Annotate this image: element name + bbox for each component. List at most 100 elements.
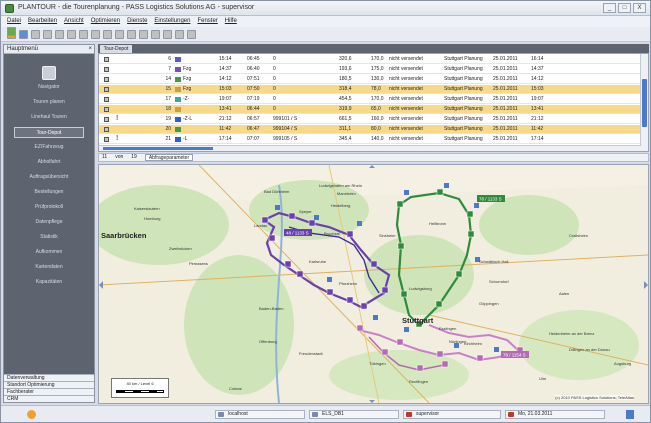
sidebar-item-pruefprotokoll[interactable]: Prüfprotokoll	[14, 202, 84, 213]
save-icon[interactable]	[19, 29, 28, 39]
cell-load: 78,0	[371, 86, 381, 92]
table-row[interactable]: ! 19 -Z-L 21:12 06:57 999101 / S 661,5 160,0 nic…	[99, 115, 641, 124]
city-schwaebisch-hall: Schwäbisch Hall	[479, 259, 508, 264]
route-label-green[interactable]: 78 / 1133 S	[479, 197, 502, 202]
sidebar-section-crm[interactable]: CRM	[4, 395, 94, 402]
scroll-thumb[interactable]	[642, 79, 647, 127]
sidebar-item-navigator[interactable]: Navigator	[14, 82, 84, 93]
delete-icon[interactable]	[115, 29, 124, 39]
route-color-swatch	[175, 107, 181, 112]
menu-einstellungen[interactable]: Einstellungen	[154, 16, 190, 27]
row-checkbox[interactable]	[104, 107, 109, 112]
table-row[interactable]: 6 15:14 06:45 0 320,6 170,0 nicht versendet Stu…	[99, 55, 641, 64]
back-icon[interactable]	[91, 29, 100, 39]
row-checkbox[interactable]	[104, 127, 109, 132]
table-row[interactable]: 7 Fzg 14:37 06:40 0 193,6 175,0 nicht versendet…	[99, 65, 641, 74]
cell-km: 180,5	[339, 76, 352, 82]
route-label-purple[interactable]: 48 / 1133 S	[286, 231, 309, 236]
server-icon	[218, 412, 224, 417]
row-checkbox[interactable]	[104, 97, 109, 102]
report-icon[interactable]	[187, 29, 196, 39]
cell-t3: 19:07	[531, 96, 544, 102]
table-row[interactable]: 20 11:42 06:47 999104 / S 311,1 80,0 nicht ver…	[99, 125, 641, 134]
maximize-button[interactable]: □	[618, 3, 631, 13]
sidebar-item-tour-depot[interactable]: Tour-Depot	[14, 127, 84, 138]
sidebar-item-linehaul[interactable]: Linehaul Touren	[14, 112, 84, 123]
hscroll-thumb[interactable]	[103, 147, 213, 150]
paste-icon[interactable]	[55, 29, 64, 39]
sidebar-section-datenverwaltung[interactable]: Datenverwaltung	[4, 374, 94, 381]
cell-load: 170,0	[371, 96, 384, 102]
tab-tour-depot[interactable]: Tour-Depot	[100, 45, 132, 53]
table-row[interactable]: ! 21 -L 17:14 07:07 999105 / S 345,4 140,0 nicht…	[99, 135, 641, 144]
close-button[interactable]: X	[633, 3, 646, 13]
cut-icon[interactable]	[31, 29, 40, 39]
row-checkbox[interactable]	[104, 87, 109, 92]
list-icon[interactable]	[67, 29, 76, 39]
close-icon[interactable]: ×	[88, 45, 92, 54]
row-checkbox[interactable]	[104, 137, 109, 142]
menu-hilfe[interactable]: Hilfe	[225, 16, 237, 27]
copy-icon[interactable]	[43, 29, 52, 39]
cell-date: 25.01.2011	[493, 86, 518, 92]
cell-type: -L	[183, 136, 188, 142]
route-map[interactable]: 48 / 1133 S 78 / 1133 S 78 / 1154 S Saar…	[98, 164, 649, 404]
sidebar-item-aufkommen[interactable]: Aufkommen	[14, 247, 84, 258]
city-karlsruhe: Karlsruhe	[309, 259, 327, 264]
pen-icon[interactable]	[626, 410, 634, 419]
route-label-pink[interactable]: 78 / 1154 S	[503, 353, 526, 358]
print-icon[interactable]	[175, 29, 184, 39]
menu-ansicht[interactable]: Ansicht	[64, 16, 84, 27]
cell-t3: 16:14	[531, 56, 544, 62]
minus-icon[interactable]	[151, 29, 160, 39]
sidebar-item-statistik[interactable]: Statistik	[14, 232, 84, 243]
map-canvas[interactable]: 48 / 1133 S 78 / 1133 S 78 / 1154 S Saar…	[99, 165, 648, 403]
row-checkbox[interactable]	[104, 57, 109, 62]
cell-km: 345,4	[339, 136, 352, 142]
row-checkbox[interactable]	[104, 67, 109, 72]
sidebar-item-abholfahrt[interactable]: Abholfahrt	[14, 157, 84, 168]
route-color-swatch	[175, 117, 181, 122]
table-row[interactable]: 17 -Z- 19:07 07:19 0 454,5 170,0 nicht versende…	[99, 95, 641, 104]
horizontal-scrollbar[interactable]	[99, 145, 641, 151]
settings-icon[interactable]	[79, 29, 88, 39]
query-parameter-button[interactable]: Abfrageparameter	[144, 154, 194, 161]
cell-km: 661,5	[339, 116, 352, 122]
menu-bearbeiten[interactable]: Bearbeiten	[28, 16, 57, 27]
route-icon[interactable]	[139, 29, 148, 39]
city-ludwigsburg: Ludwigsburg	[409, 286, 432, 291]
vertical-scrollbar[interactable]	[640, 54, 648, 151]
row-checkbox[interactable]	[104, 77, 109, 82]
forward-icon[interactable]	[103, 29, 112, 39]
status-host: localhost	[215, 410, 305, 419]
menu-datei[interactable]: Datei	[7, 16, 21, 27]
add-icon[interactable]	[7, 27, 16, 36]
sidebar-item-auftragsuebersicht[interactable]: Auftragsübersicht	[14, 172, 84, 183]
city-goeppingen: Göppingen	[479, 301, 499, 306]
sidebar-item-kapazitaeten[interactable]: Kapazitäten	[14, 277, 84, 288]
cell-status: nicht versendet	[389, 56, 423, 62]
sidebar-section-fachberater[interactable]: Fachberater	[4, 388, 94, 395]
table-row[interactable]: 15 Fzg 15:03 07:50 0 318,4 78,0 nicht versendet…	[99, 85, 641, 94]
tab-strip: Tour-Depot	[98, 44, 649, 53]
minimize-button[interactable]: _	[603, 3, 616, 13]
sidebar-header: Hauptmenü ×	[4, 45, 94, 54]
cell-t2: 06:44	[247, 106, 260, 112]
menu-optimieren[interactable]: Optimieren	[91, 16, 120, 27]
tools-icon[interactable]	[127, 29, 136, 39]
table-row[interactable]: 14 Fzg 14:12 07:51 0 180,5 130,0 nicht versende…	[99, 75, 641, 84]
row-checkbox[interactable]	[104, 117, 109, 122]
sidebar-item-kartendaten[interactable]: Kartendaten	[14, 262, 84, 273]
sidebar-item-bestellungen[interactable]: Bestellungen	[14, 187, 84, 198]
cell-status: nicht versendet	[389, 106, 423, 112]
zoom-icon[interactable]	[163, 29, 172, 39]
sidebar-section-standort[interactable]: Standort Optimierung	[4, 381, 94, 388]
table-row[interactable]: 18 13:41 06:44 0 319,9 65,0 nicht versendet Stu…	[99, 105, 641, 114]
sidebar-item-touren-planen[interactable]: Touren planen	[14, 97, 84, 108]
city-bruchsal: Bruchsal	[324, 231, 340, 236]
sidebar-item-ez-fahrzeug[interactable]: EZ/Fahrzeug	[14, 142, 84, 153]
menu-dienste[interactable]: Dienste	[127, 16, 147, 27]
menu-fenster[interactable]: Fenster	[197, 16, 217, 27]
city-mannheim: Mannheim	[337, 191, 356, 196]
sidebar-item-datenpflege[interactable]: Datenpflege	[14, 217, 84, 228]
